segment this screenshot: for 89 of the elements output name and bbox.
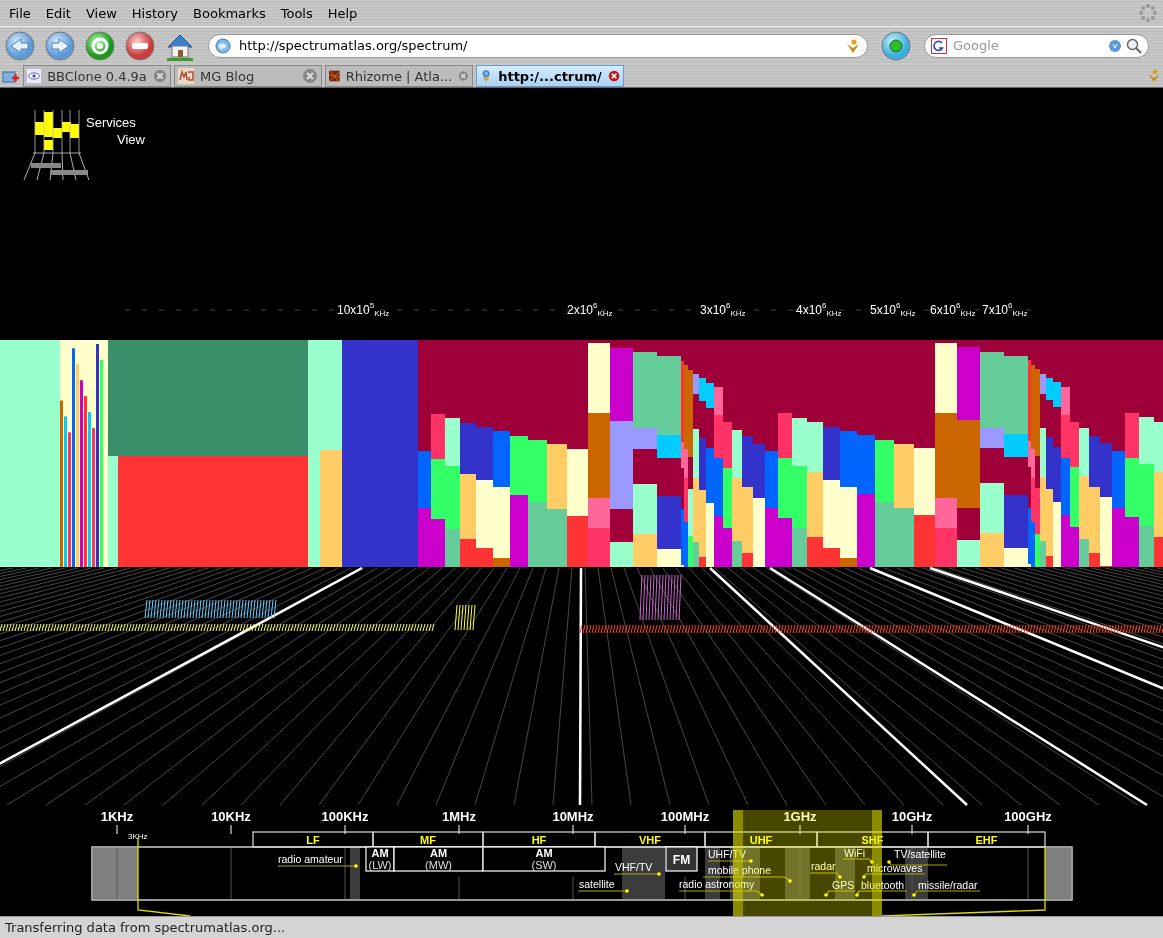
address-bar[interactable]: http://spectrumatlas.org/spectrum/: [208, 33, 868, 58]
broadcast-detail: (SW): [531, 859, 557, 871]
browser-tab[interactable]: BBClone 0.4.9a: [23, 65, 171, 87]
band-label: EHF: [975, 834, 998, 846]
service-band: [350, 848, 360, 899]
bookmark-person-icon[interactable]: [1147, 69, 1161, 83]
band-label: MF: [420, 834, 436, 846]
service-label: missile/radar: [918, 879, 978, 891]
menu-item[interactable]: View: [80, 5, 122, 21]
broadcast-box: [665, 846, 698, 872]
forward-button[interactable]: [44, 29, 76, 62]
bookmark-person-icon[interactable]: [845, 37, 861, 54]
favicon-icon: [27, 68, 42, 84]
search-input[interactable]: Google: [951, 37, 1104, 54]
menu-item[interactable]: Help: [322, 5, 363, 21]
service-label: radar: [811, 860, 836, 872]
close-icon[interactable]: [302, 68, 318, 84]
service-label: TV/satellite: [894, 848, 946, 860]
logo-text: View: [117, 132, 145, 147]
menu-item[interactable]: Edit: [40, 5, 76, 21]
google-logo-icon: [931, 37, 947, 54]
stop-button[interactable]: [124, 29, 156, 62]
service-label: radio astronomy: [679, 878, 755, 890]
go-button[interactable]: [880, 29, 912, 62]
service-label: GPS: [832, 879, 855, 891]
axis-label: 3KHz: [128, 832, 148, 841]
axis-label: 1MHz: [442, 809, 476, 824]
menu-item[interactable]: File: [4, 5, 36, 21]
logo-text: Services: [86, 115, 136, 130]
info-icon: [1108, 38, 1122, 53]
tick-mark: [230, 824, 232, 835]
menu-item[interactable]: History: [126, 5, 184, 21]
url-input[interactable]: http://spectrumatlas.org/spectrum/: [237, 37, 839, 54]
band-label: LF: [306, 834, 320, 846]
search-icon[interactable]: [1126, 37, 1142, 54]
broadcast-label: FM: [672, 853, 691, 867]
browser-tab[interactable]: http:/...ctrum/: [476, 65, 624, 87]
browser-tab[interactable]: Rhizome | Atla...: [325, 65, 473, 87]
axis-label: 10MHz: [552, 809, 594, 824]
axis-label: 1GHz: [783, 809, 817, 824]
tick-mark: [572, 824, 574, 835]
back-button[interactable]: [4, 29, 36, 62]
broadcast-label: AM: [371, 847, 389, 859]
broadcast-label: AM: [429, 847, 448, 859]
axis-label: 100KHz: [321, 809, 369, 824]
broadcast-detail: (LW): [368, 859, 392, 871]
band-label: HF: [531, 834, 547, 846]
broadcast-detail: (MW): [425, 859, 452, 871]
axis-label: 100MHz: [660, 809, 710, 824]
axis-label: 1KHz: [100, 809, 134, 824]
globe-icon: [215, 37, 231, 54]
service-band: [785, 848, 810, 899]
tick-mark: [799, 824, 801, 835]
broadcast-label: AM: [535, 847, 553, 859]
band-label: SHF: [861, 834, 884, 846]
reload-button[interactable]: [84, 29, 116, 62]
browser-tab[interactable]: MG Blog: [174, 65, 322, 87]
tick-mark: [1027, 824, 1029, 835]
favicon-icon: [329, 68, 340, 84]
scale-end-block: [1045, 848, 1071, 899]
close-icon[interactable]: [152, 68, 167, 84]
menu-item[interactable]: Bookmarks: [188, 5, 271, 21]
status-text: Transferring data from spectrumatlas.org...: [5, 920, 286, 935]
tick-mark: [344, 824, 346, 835]
tick-mark: [116, 824, 118, 835]
search-field[interactable]: Google: [924, 33, 1149, 58]
throbber-icon: [1137, 2, 1159, 24]
axis-label: 10GHz: [891, 809, 933, 824]
service-label: satellite: [579, 878, 615, 890]
favicon-icon: [480, 68, 493, 84]
service-label: microwaves: [867, 862, 923, 874]
menu-item[interactable]: Tools: [275, 5, 318, 21]
axis-label: 10KHz: [211, 809, 251, 824]
tick-mark: [911, 824, 913, 835]
axis-label: 100GHz: [1004, 809, 1052, 824]
band-label: UHF: [749, 834, 773, 846]
service-label: bluetooth: [861, 879, 905, 891]
tick-mark: [458, 824, 460, 835]
service-label: radio amateur: [278, 853, 343, 865]
service-label: UHF/TV: [708, 848, 746, 860]
tick-mark: [684, 824, 686, 835]
service-label: mobile phone: [708, 864, 772, 876]
close-icon[interactable]: [458, 68, 469, 84]
service-label: VHF/TV: [615, 861, 653, 873]
close-icon[interactable]: [607, 68, 620, 84]
scale-end-block: [93, 848, 138, 899]
favicon-icon: [178, 68, 194, 84]
service-label: WiFi: [844, 847, 865, 859]
band-label: VHF: [639, 834, 661, 846]
